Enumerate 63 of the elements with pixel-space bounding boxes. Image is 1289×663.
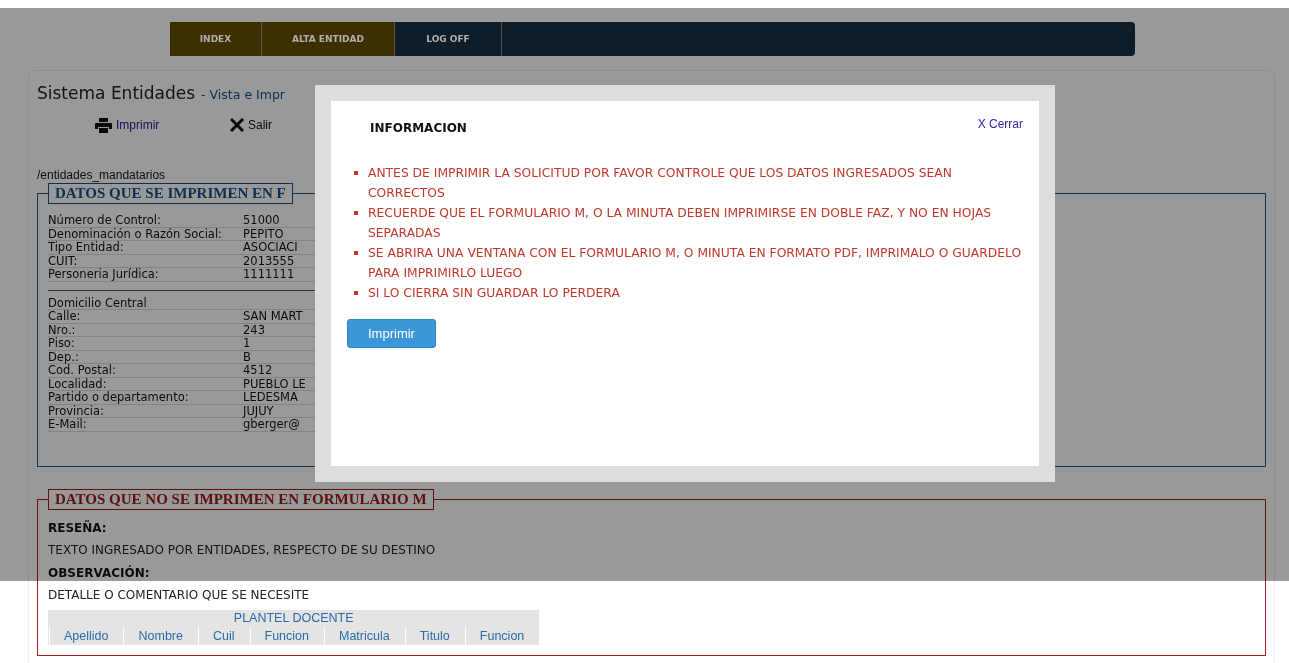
square-bullet-icon [354, 251, 358, 255]
field-value: ASOCIACI [243, 241, 298, 254]
column-header: Nombre [123, 627, 197, 645]
field-label: Dep.: [48, 350, 80, 363]
field-value: LEDESMA [243, 391, 298, 404]
print-button[interactable]: Imprimir [347, 319, 436, 348]
field-value: PUEBLO LE [243, 377, 306, 390]
field-label: RESEÑA: [48, 520, 108, 537]
page-subtitle: - Vista e Impr [201, 87, 285, 102]
field-label: Partido o departamento: [48, 391, 190, 404]
nav-tab[interactable]: INDEX [170, 22, 262, 56]
field-value: 51000 [243, 214, 280, 227]
field-value: 1 [243, 337, 251, 350]
column-header: Cuil [197, 627, 249, 645]
square-bullet-icon [354, 211, 358, 215]
field-value: 4512 [243, 364, 273, 377]
printer-icon [95, 117, 112, 133]
warning-text: RECUERDE QUE EL FORMULARIO M, O LA MINUTA DEBEN IMPRIMIRSE EN DOBLE FAZ, Y NO EN HOJAS SEPARADAS [368, 205, 993, 242]
field-label: OBSERVACIÓN: [48, 565, 151, 582]
field-label: CUIT: [48, 254, 79, 267]
field-value: B [243, 350, 251, 363]
column-header: Matricula [324, 627, 404, 645]
page-title: Sistema Entidades [37, 83, 196, 103]
field-label: Nro.: [48, 323, 77, 336]
dialog-title: INFORMACION [370, 121, 467, 135]
action-link[interactable]: Imprimir [116, 118, 160, 132]
field-label: Cod. Postal: [48, 364, 117, 377]
action-link[interactable]: Salir [248, 118, 272, 132]
field-value: gberger@ [243, 418, 300, 431]
field-label: Personeria Jurídica: [48, 268, 160, 281]
field-value: 243 [243, 323, 265, 336]
table-title: PLANTEL DOCENTE [232, 610, 355, 627]
field-value: 2013555 [243, 254, 295, 267]
field-label: E-Mail: [48, 418, 88, 431]
warning-text: ANTES DE IMPRIMIR LA SOLICITUD POR FAVOR CONTROLE QUE LOS DATOS INGRESADOS SEAN CORRECTOS [368, 165, 953, 202]
field-value: DETALLE O COMENTARIO QUE SE NECESITE [48, 587, 311, 604]
close-link[interactable]: X Cerrar [977, 117, 1023, 135]
field-label: Número de Control: [48, 214, 162, 227]
column-header: Funcion [249, 627, 323, 645]
field-value: JUJUY [243, 404, 274, 417]
field-value: 1111111 [243, 268, 295, 281]
field-label: Provincia: [48, 404, 104, 417]
column-header: Funcion [464, 627, 539, 645]
section-legend: DATOS QUE SE IMPRIMEN EN F [48, 183, 293, 204]
field-label: Piso: [48, 337, 76, 350]
column-header: Apellido [49, 627, 123, 645]
field-value: PEPITO [243, 227, 284, 240]
field-label: Localidad: [48, 377, 108, 390]
field-label: Calle: [48, 310, 82, 323]
address-heading: Domicilio Central [48, 296, 148, 309]
nav-tab[interactable]: ALTA ENTIDAD [262, 22, 395, 56]
warning-text: SE ABRIRA UNA VENTANA CON EL FORMULARIO M, O MINUTA EN FORMATO PDF, IMPRIMALO O GUARDELO PARA IMPRIMIRLO LUEGO [368, 245, 1023, 282]
warning-text: SI LO CIERRA SIN GUARDAR LO PERDERA [368, 285, 620, 302]
field-value: SAN MART [243, 310, 303, 323]
field-value: TEXTO INGRESADO POR ENTIDADES, RESPECTO DE SU DESTINO [48, 542, 437, 559]
field-label: Denominación o Razón Social: [48, 227, 223, 240]
square-bullet-icon [354, 171, 358, 175]
path-text: /entidades_mandatarios [37, 168, 166, 182]
column-header: Titulo [404, 627, 464, 645]
square-bullet-icon [354, 291, 358, 295]
close-icon [230, 118, 244, 132]
section-legend: DATOS QUE NO SE IMPRIMEN EN FORMULARIO M [48, 489, 434, 510]
field-label: Tipo Entidad: [48, 241, 125, 254]
